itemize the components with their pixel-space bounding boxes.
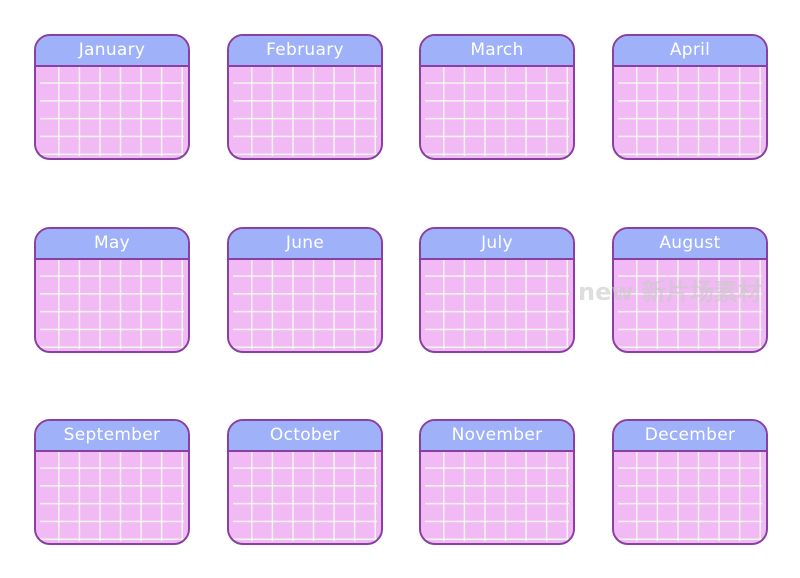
month-title: July [421,229,573,260]
watermark: new 新片场素材 [578,278,762,306]
month-title: February [229,36,381,67]
month-calendar-january: January [34,34,190,160]
month-title: November [421,421,573,452]
month-title: June [229,229,381,260]
month-calendar-december: December [612,419,768,545]
month-title: March [421,36,573,67]
month-calendar-june: June [227,227,383,353]
month-title: May [36,229,188,260]
month-title: August [614,229,766,260]
day-grid [425,260,569,349]
month-title: December [614,421,766,452]
month-calendar-march: March [419,34,575,160]
month-title: April [614,36,766,67]
month-calendar-april: April [612,34,768,160]
day-grid [618,67,762,156]
day-grid [233,67,377,156]
day-grid [40,67,184,156]
day-grid [40,452,184,541]
month-calendar-may: May [34,227,190,353]
month-title: January [36,36,188,67]
month-calendar-july: July [419,227,575,353]
day-grid [618,452,762,541]
month-title: September [36,421,188,452]
month-calendar-february: February [227,34,383,160]
month-title: October [229,421,381,452]
month-calendar-october: October [227,419,383,545]
day-grid [233,452,377,541]
day-grid [425,452,569,541]
day-grid [233,260,377,349]
month-calendar-november: November [419,419,575,545]
day-grid [40,260,184,349]
day-grid [425,67,569,156]
month-calendar-september: September [34,419,190,545]
